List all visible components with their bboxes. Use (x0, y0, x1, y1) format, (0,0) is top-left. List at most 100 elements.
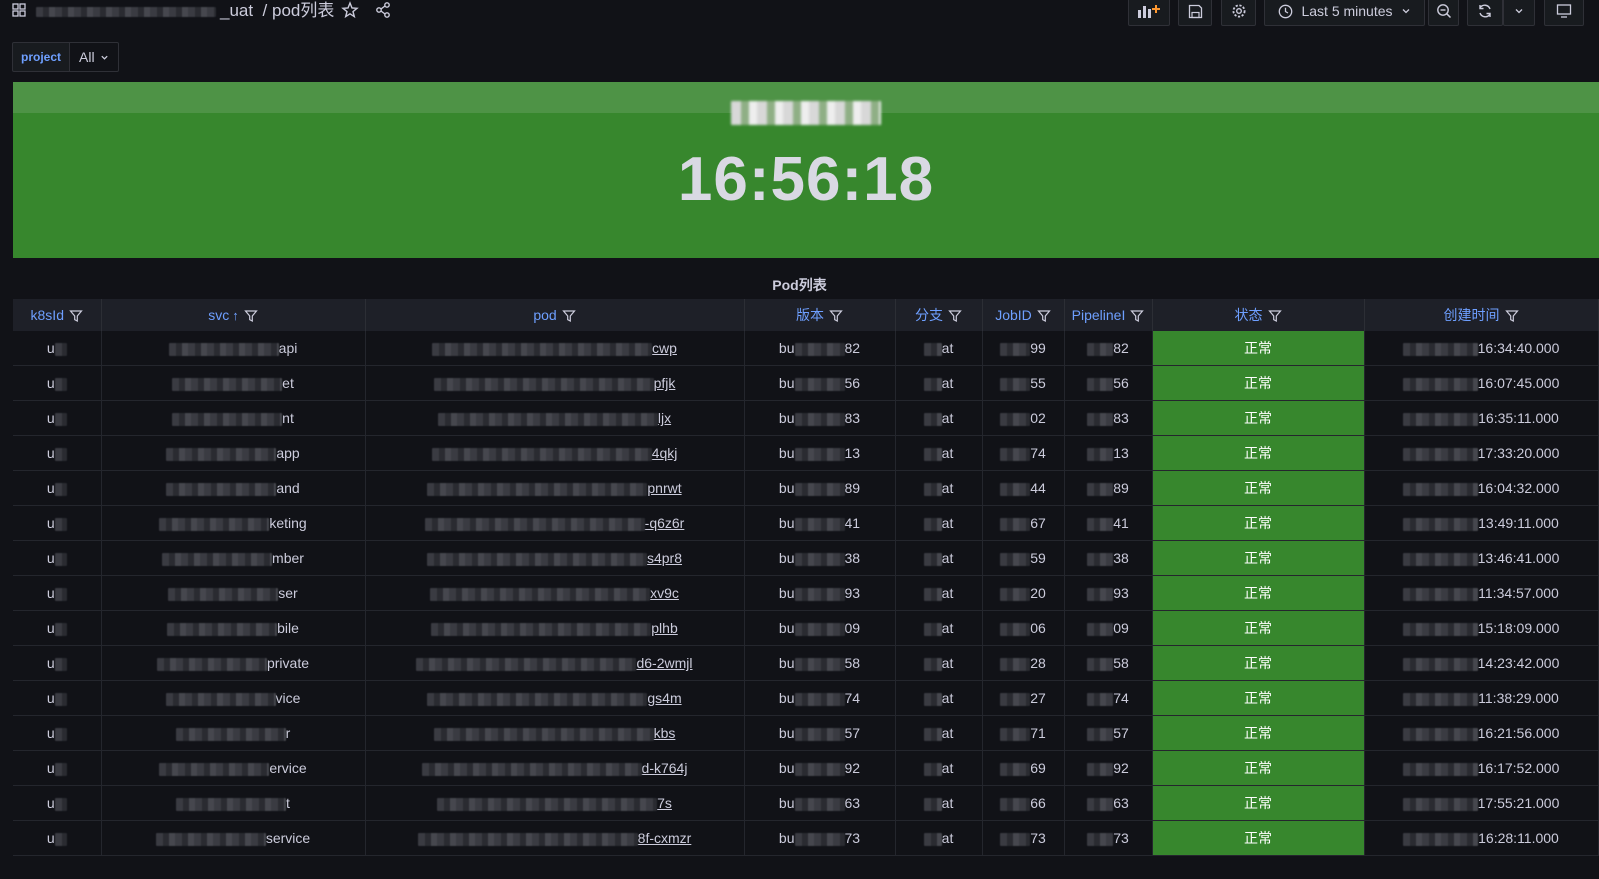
refresh-interval-dropdown[interactable] (1503, 0, 1535, 26)
table-row[interactable]: u private d6-2wmjl bu 58 at 28 58 正常 14:23:42.000 (13, 645, 1599, 681)
filter-icon[interactable] (561, 309, 576, 323)
variable-select-project[interactable]: All (70, 42, 119, 72)
time-range-picker[interactable]: Last 5 minutes (1264, 0, 1425, 26)
pod-link[interactable]: -q6z6r (645, 515, 685, 531)
filter-icon[interactable] (243, 309, 258, 323)
redacted-text (1402, 797, 1478, 811)
column-header[interactable]: k8sId (13, 299, 102, 331)
zoom-out-button[interactable] (1428, 0, 1459, 26)
add-panel-button[interactable] (1128, 0, 1170, 26)
table-row[interactable]: u mber s4pr8 bu 38 at 59 38 正常 13:46:41.000 (13, 540, 1599, 576)
redacted-text (1087, 587, 1114, 601)
column-header[interactable]: 版本 (744, 299, 896, 331)
table-row[interactable]: u keting -q6z6r bu 41 at 67 41 正常 13:49:11.000 (13, 505, 1599, 541)
column-header[interactable]: 创建时间 (1364, 299, 1599, 331)
monitor-icon (1556, 4, 1572, 18)
pod-link[interactable]: d6-2wmjl (636, 655, 692, 671)
cell-pod[interactable]: pnrwt (365, 470, 745, 506)
save-icon (1188, 4, 1202, 18)
cell-k8sid: u (13, 331, 102, 366)
cell-text: nt (282, 410, 294, 426)
cell-pod[interactable]: d6-2wmjl (365, 645, 745, 681)
star-icon[interactable] (341, 1, 359, 19)
dashboards-grid-icon[interactable] (12, 3, 26, 17)
pod-link[interactable]: plhb (651, 620, 677, 636)
cell-svc: t (101, 785, 366, 821)
table-row[interactable]: u bile plhb bu 09 at 06 09 正常 15:18:09.000 (13, 610, 1599, 646)
table-row[interactable]: u vice gs4m bu 74 at 27 74 正常 11:38:29.000 (13, 680, 1599, 716)
table-row[interactable]: u and pnrwt bu 89 at 44 89 正常 16:04:32.000 (13, 470, 1599, 506)
redacted-text (166, 482, 277, 496)
filter-icon[interactable] (948, 309, 962, 323)
cell-pod[interactable]: -q6z6r (365, 505, 745, 541)
redacted-text (923, 727, 942, 741)
cell-pod[interactable]: s4pr8 (365, 540, 745, 576)
redacted-text (175, 727, 286, 741)
pod-link[interactable]: ljx (658, 410, 671, 426)
pod-link[interactable]: 8f-cxmzr (638, 830, 692, 846)
cell-pipeline: 41 (1064, 505, 1153, 541)
column-header[interactable]: svc ↑ (101, 299, 366, 331)
cell-text: 27 (1030, 690, 1046, 706)
tv-mode-button[interactable] (1544, 0, 1584, 26)
cell-pod[interactable]: 7s (365, 785, 745, 821)
cell-pod[interactable]: plhb (365, 610, 745, 646)
pod-link[interactable]: cwp (652, 340, 677, 356)
filter-icon[interactable] (69, 309, 83, 323)
cell-text: bu (778, 795, 795, 811)
cell-pod[interactable]: xv9c (365, 575, 745, 611)
table-row[interactable]: u ervice d-k764j bu 92 at 69 92 正常 16:17:52.000 (13, 750, 1599, 786)
table-row[interactable]: u r kbs bu 57 at 71 57 正常 16:21:56.000 (13, 715, 1599, 751)
settings-button[interactable] (1221, 0, 1256, 26)
share-icon[interactable] (374, 1, 392, 19)
status-label: 正常 (1244, 585, 1272, 601)
cell-pod[interactable]: 4qkj (365, 435, 745, 471)
cell-pod[interactable]: gs4m (365, 680, 745, 716)
pod-link[interactable]: 4qkj (652, 445, 678, 461)
column-header[interactable]: pod (365, 299, 745, 331)
refresh-button[interactable] (1467, 0, 1503, 26)
table-row[interactable]: u nt ljx bu 83 at 02 83 正常 16:35:11.000 (13, 400, 1599, 436)
filter-icon[interactable] (1267, 309, 1282, 323)
redacted-text (431, 447, 652, 461)
chevron-down-icon (1402, 9, 1409, 14)
cell-pod[interactable]: pfjk (365, 365, 745, 401)
column-header[interactable]: PipelineI (1064, 299, 1153, 331)
pod-link[interactable]: pfjk (654, 375, 676, 391)
cell-pod[interactable]: ljx (365, 400, 745, 436)
cell-pod[interactable]: cwp (365, 331, 745, 366)
filter-icon[interactable] (1036, 309, 1051, 323)
cell-version: bu 83 (744, 400, 896, 436)
redacted-text (156, 657, 267, 671)
cell-text: 58 (844, 655, 861, 671)
cell-pod[interactable]: 8f-cxmzr (365, 820, 745, 856)
redacted-text (1000, 657, 1031, 671)
save-dashboard-button[interactable] (1178, 0, 1212, 26)
cell-text: 59 (1030, 550, 1046, 566)
table-row[interactable]: u service 8f-cxmzr bu 73 at 73 73 正常 16:28:11.000 (13, 820, 1599, 856)
pod-link[interactable]: xv9c (650, 585, 679, 601)
cell-k8sid: u (13, 575, 102, 611)
cell-svc: r (101, 715, 366, 751)
table-row[interactable]: u et pfjk bu 56 at 55 56 正常 16:07:45.000 (13, 365, 1599, 401)
gear-icon (1232, 4, 1245, 18)
table-row[interactable]: u ser xv9c bu 93 at 20 93 正常 11:34:57.000 (13, 575, 1599, 611)
pod-link[interactable]: d-k764j (642, 760, 688, 776)
column-header[interactable]: 分支 (895, 299, 983, 331)
pod-link[interactable]: kbs (654, 725, 676, 741)
pod-link[interactable]: pnrwt (647, 480, 681, 496)
pod-link[interactable]: gs4m (647, 690, 681, 706)
table-row[interactable]: u api cwp bu 82 at 99 82 正常 16:34:40.000 (13, 331, 1599, 366)
filter-icon[interactable] (1504, 309, 1519, 323)
table-row[interactable]: u t 7s bu 63 at 66 63 正常 17:55:21.000 (13, 785, 1599, 821)
pod-link[interactable]: 7s (657, 795, 672, 811)
column-header[interactable]: JobID (982, 299, 1065, 331)
pod-link[interactable]: s4pr8 (647, 550, 682, 566)
cell-pod[interactable]: d-k764j (365, 750, 745, 786)
filter-icon[interactable] (1130, 309, 1145, 323)
dashboard-title[interactable]: _uat / pod列表 (36, 0, 334, 22)
table-row[interactable]: u app 4qkj bu 13 at 74 13 正常 17:33:20.000 (13, 435, 1599, 471)
column-header[interactable]: 状态 (1152, 299, 1365, 331)
filter-icon[interactable] (829, 309, 843, 323)
cell-pod[interactable]: kbs (365, 715, 745, 751)
